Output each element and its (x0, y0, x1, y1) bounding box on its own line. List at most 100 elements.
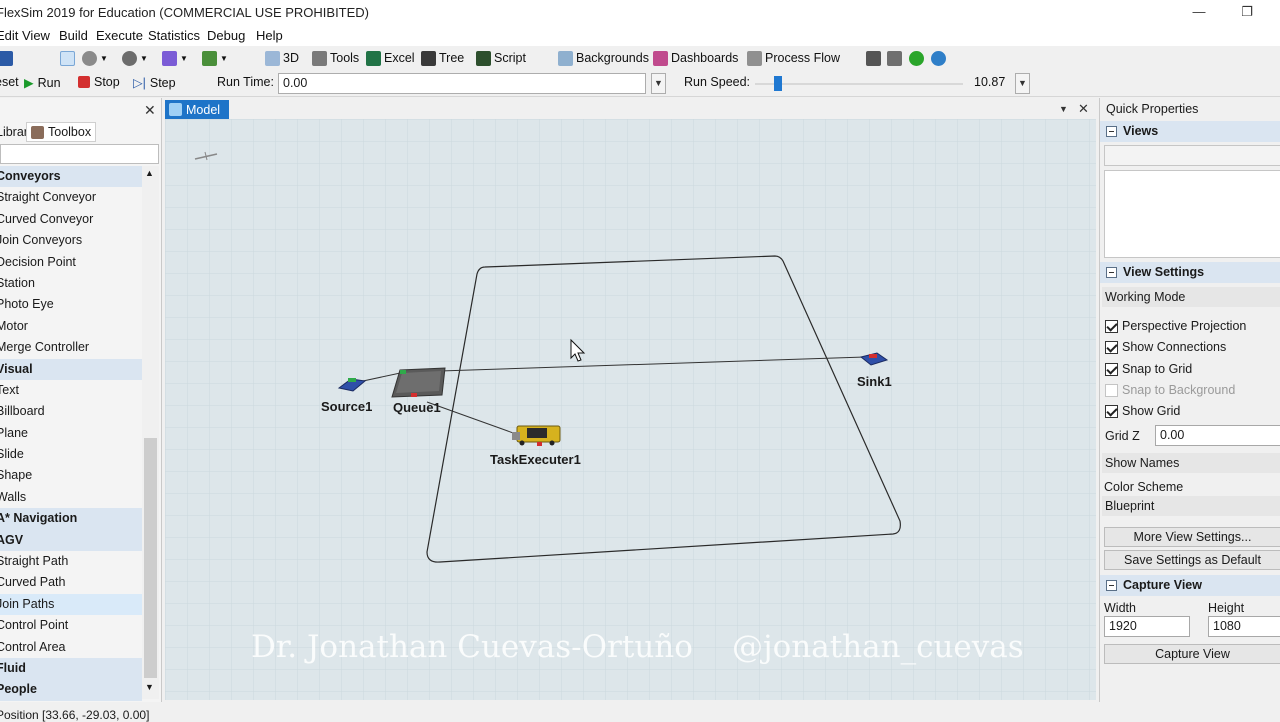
capture-width-field[interactable]: 1920 (1104, 616, 1190, 637)
select-mode-icon[interactable] (60, 49, 75, 67)
dashboards-button[interactable]: Dashboards (653, 49, 738, 67)
height-label: Height (1208, 601, 1245, 615)
capture-view-section-header[interactable]: Capture View (1100, 575, 1280, 596)
backgrounds-button[interactable]: Backgrounds (558, 49, 649, 67)
menu-help[interactable]: Help (256, 28, 283, 43)
views-list[interactable] (1104, 170, 1280, 258)
reset-button[interactable]: Reset (0, 75, 19, 89)
library-item[interactable]: Merge Controller (0, 337, 142, 358)
scrollbar-thumb[interactable] (144, 438, 157, 678)
script-button[interactable]: Script (476, 49, 526, 67)
excel-button[interactable]: Excel (366, 49, 415, 67)
play-icon: ▶ (24, 76, 34, 90)
connect-mode-icon[interactable]: ▼ (82, 49, 108, 67)
perspective-projection-checkbox[interactable]: Perspective Projection (1105, 319, 1246, 333)
library-item[interactable]: Control Point (0, 615, 142, 636)
run-time-field[interactable]: 0.00 (278, 73, 646, 94)
color-scheme-dropdown[interactable]: Blueprint (1102, 496, 1280, 516)
library-item[interactable]: Join Conveyors (0, 230, 142, 251)
close-icon[interactable]: ✕ (144, 102, 156, 119)
menu-view[interactable]: View (22, 28, 50, 43)
dashboards-icon (653, 50, 668, 66)
tab-model[interactable]: Model (165, 100, 229, 119)
library-item[interactable]: Slide (0, 444, 142, 465)
library-item[interactable]: Motor (0, 316, 142, 337)
run-time-dropdown[interactable]: ▼ (651, 73, 666, 94)
scroll-down-icon[interactable]: ▼ (145, 682, 154, 692)
menu-statistics[interactable]: Statistics (148, 28, 200, 43)
library-item[interactable]: Station (0, 273, 142, 294)
model-close-icon[interactable]: ✕ (1078, 101, 1089, 117)
run-speed-thumb[interactable] (774, 76, 782, 91)
menu-debug[interactable]: Debug (207, 28, 245, 43)
layout-icon[interactable] (866, 49, 881, 67)
step-button[interactable]: ▷| Step (133, 75, 176, 91)
process-flow-button[interactable]: Process Flow (747, 49, 840, 67)
main-toolbar: ▼ ▼ ▼ ▼ 3D Tools Excel Tree Script Backg… (0, 46, 1280, 70)
capture-view-button[interactable]: Capture View (1104, 644, 1280, 664)
queue-object[interactable] (391, 367, 446, 398)
scroll-up-icon[interactable]: ▲ (145, 168, 154, 178)
view-settings-section-header[interactable]: View Settings (1100, 262, 1280, 283)
library-item[interactable]: Curved Conveyor (0, 209, 142, 230)
object-mode-icon[interactable]: ▼ (122, 49, 148, 67)
show-grid-checkbox[interactable]: Show Grid (1105, 404, 1180, 418)
library-item[interactable]: Decision Point (0, 252, 142, 273)
library-item[interactable]: Plane (0, 423, 142, 444)
checkbox-icon (1105, 319, 1118, 333)
tree-button[interactable]: Tree (421, 49, 464, 67)
library-group-header[interactable]: AGV (0, 529, 142, 552)
minimize-button[interactable]: — (1176, 2, 1222, 24)
show-names-dropdown[interactable]: Show Names (1102, 453, 1280, 473)
run-speed-slider[interactable] (755, 83, 963, 85)
library-group-header[interactable]: A* Navigation (0, 508, 142, 530)
help-icon[interactable] (909, 49, 924, 67)
shape-mode-icon[interactable]: ▼ (162, 49, 188, 67)
library-item[interactable]: Walls (0, 487, 142, 508)
library-item[interactable]: Control Area (0, 637, 142, 658)
panel-icon[interactable] (887, 49, 902, 67)
views-toolbar (1104, 145, 1280, 166)
library-item[interactable]: Join Paths (0, 593, 142, 616)
menu-edit[interactable]: Edit (0, 28, 18, 43)
working-mode-dropdown[interactable]: Working Mode (1102, 287, 1280, 307)
more-view-settings-button[interactable]: More View Settings... (1104, 527, 1280, 547)
snap-to-grid-checkbox[interactable]: Snap to Grid (1105, 362, 1192, 376)
status-bar: Position [33.66, -29.03, 0.00] (0, 702, 1280, 722)
show-connections-checkbox[interactable]: Show Connections (1105, 340, 1226, 354)
menu-build[interactable]: Build (59, 28, 88, 43)
library-item[interactable]: Curved Path (0, 572, 142, 593)
library-item[interactable]: Photo Eye (0, 294, 142, 315)
run-speed-dropdown[interactable]: ▼ (1015, 73, 1030, 94)
tools-button[interactable]: Tools (312, 49, 359, 67)
library-item[interactable]: Billboard (0, 401, 142, 422)
save-settings-default-button[interactable]: Save Settings as Default (1104, 550, 1280, 570)
library-group-header[interactable]: Conveyors (0, 166, 142, 188)
model-3d-view[interactable]: Source1 Queue1 Sink1 TaskExecuter1 Dr. J… (165, 119, 1096, 700)
model-canvas[interactable] (165, 119, 1096, 700)
library-scrollbar[interactable]: ▲ ▼ (142, 166, 159, 699)
stop-button[interactable]: Stop (78, 75, 120, 89)
save-icon[interactable] (0, 49, 13, 67)
library-item[interactable]: Straight Conveyor (0, 187, 142, 208)
snap-to-background-checkbox[interactable]: Snap to Background (1105, 383, 1235, 397)
grid-z-field[interactable]: 0.00 (1155, 425, 1280, 446)
capture-height-field[interactable]: 1080 (1208, 616, 1280, 637)
model-menu-icon[interactable]: ▼ (1059, 104, 1068, 114)
view-3d-button[interactable]: 3D (265, 49, 299, 67)
views-section-header[interactable]: Views (1100, 121, 1280, 142)
view-mode-icon[interactable]: ▼ (202, 49, 228, 67)
globe-icon[interactable] (931, 49, 946, 67)
library-group-header[interactable]: People (0, 679, 142, 701)
library-group-header[interactable]: Visual (0, 358, 142, 380)
model-grid-icon (169, 103, 182, 116)
menu-execute[interactable]: Execute (96, 28, 143, 43)
library-item[interactable]: Straight Path (0, 551, 142, 572)
library-item[interactable]: Text (0, 380, 142, 401)
tab-toolbox[interactable]: Toolbox (26, 122, 97, 142)
maximize-button[interactable]: ❐ (1224, 2, 1270, 24)
run-button[interactable]: ▶ Run (24, 75, 61, 91)
library-search-input[interactable] (0, 144, 159, 164)
library-group-header[interactable]: Fluid (0, 657, 142, 680)
library-item[interactable]: Shape (0, 465, 142, 486)
